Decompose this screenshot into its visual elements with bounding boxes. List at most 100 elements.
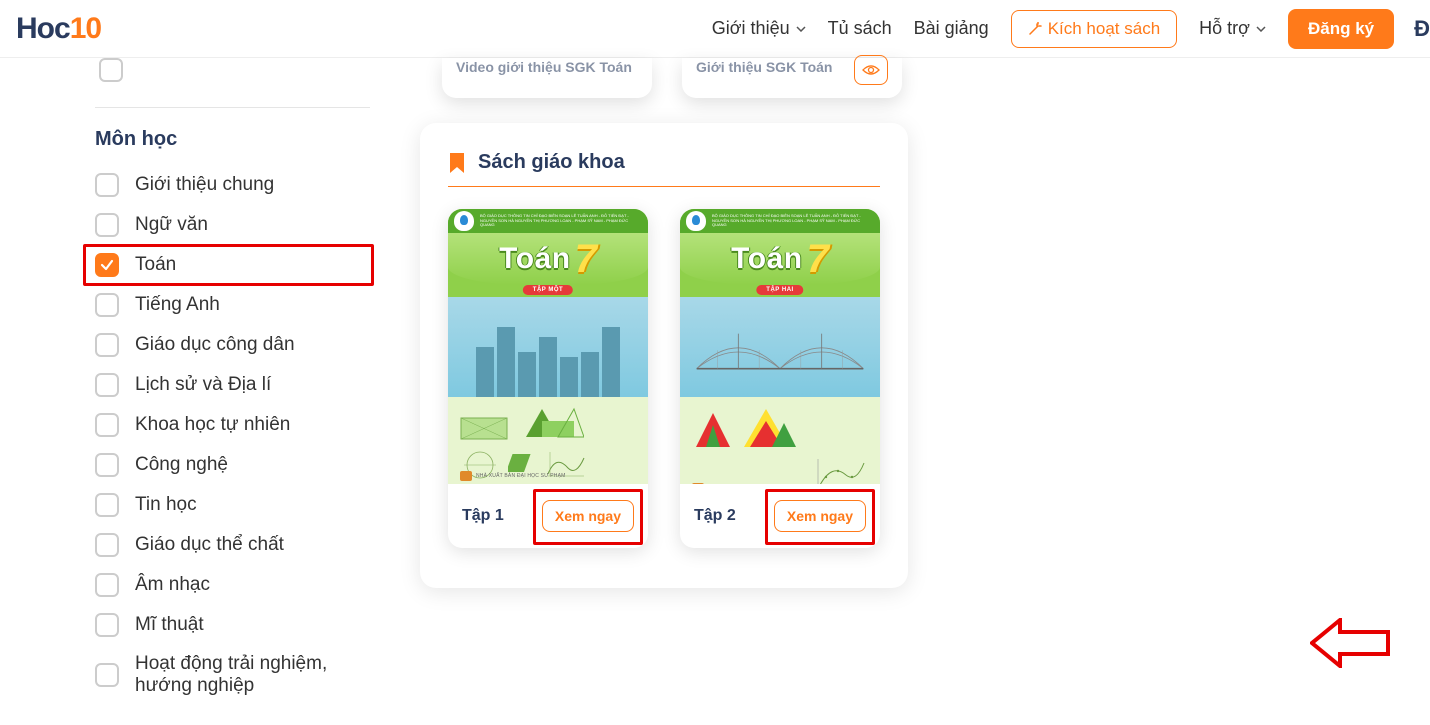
cutoff-text: Đ xyxy=(1414,16,1430,42)
nav-support-label: Hỗ trợ xyxy=(1199,18,1250,39)
subject-row[interactable]: Hoạt động trải nghiệm, hướng nghiệp xyxy=(95,645,370,705)
subject-row[interactable]: Lịch sử và Địa lí xyxy=(95,365,370,405)
main: Video giới thiệu SGK Toán Giới thiệu SGK… xyxy=(390,58,1430,725)
nav-intro[interactable]: Giới thiệu xyxy=(712,18,806,39)
check-icon xyxy=(100,258,114,272)
checkbox[interactable] xyxy=(95,173,119,197)
activate-label: Kích hoạt sách xyxy=(1048,19,1160,39)
subject-label: Khoa học tự nhiên xyxy=(135,414,290,436)
view-now-label: Xem ngay xyxy=(555,508,621,524)
nav-intro-label: Giới thiệu xyxy=(712,18,790,39)
book-number: 7 xyxy=(575,237,597,282)
cover-art xyxy=(448,297,648,397)
nav-bookshelf-label: Tủ sách xyxy=(828,18,892,39)
subject-label: Giáo dục công dân xyxy=(135,334,295,356)
checkbox[interactable] xyxy=(95,253,119,277)
publisher-logo-icon xyxy=(460,471,472,481)
publisher-text: NHÀ XUẤT BẢN ĐẠI HỌC SƯ PHẠM xyxy=(476,473,566,479)
view-now-label: Xem ngay xyxy=(787,508,853,524)
view-now-button[interactable]: Xem ngay xyxy=(542,500,634,532)
checkbox[interactable] xyxy=(95,293,119,317)
bridge-art xyxy=(680,327,880,377)
eye-icon xyxy=(862,64,880,76)
cover-bottom: NHÀ XUẤT BẢN ĐẠI HỌC SƯ PHẠM xyxy=(448,397,648,484)
publisher: NHÀ XUẤT BẢN ĐẠI HỌC SƯ PHẠM xyxy=(460,471,636,481)
book-title-text: Toán xyxy=(731,242,802,276)
stray-checkbox-row[interactable] xyxy=(99,58,370,82)
book-label: Tập 1 xyxy=(462,507,504,525)
subject-row[interactable]: Tiếng Anh xyxy=(95,285,370,325)
book-foot: Tập 2 Xem ngay xyxy=(680,484,880,548)
view-icon-button[interactable] xyxy=(854,55,888,85)
subject-row[interactable]: Giới thiệu chung xyxy=(95,165,370,205)
panel-title: Sách giáo khoa xyxy=(478,151,625,174)
book-foot: Tập 1 Xem ngay xyxy=(448,484,648,548)
checkbox[interactable] xyxy=(95,493,119,517)
chevron-down-icon xyxy=(1256,26,1266,32)
checkbox[interactable] xyxy=(95,413,119,437)
nav-support[interactable]: Hỗ trợ xyxy=(1199,18,1266,39)
subject-label: Tin học xyxy=(135,494,197,516)
book-cover: BỘ GIÁO DỤC THÔNG TIN CHỈ ĐẠO BIÊN SOẠN … xyxy=(680,209,880,484)
subject-label: Âm nhạc xyxy=(135,574,210,596)
mini-card-video[interactable]: Video giới thiệu SGK Toán xyxy=(442,58,652,98)
nav-lecture[interactable]: Bài giảng xyxy=(914,18,989,39)
panel-head: Sách giáo khoa xyxy=(448,151,880,174)
wand-icon xyxy=(1028,22,1042,36)
cover-bottom: NHÀ XUẤT BẢN ĐẠI HỌC SƯ PHẠM xyxy=(680,397,880,484)
subject-label: Tiếng Anh xyxy=(135,294,220,316)
cover-top: BỘ GIÁO DỤC THÔNG TIN CHỈ ĐẠO BIÊN SOẠN … xyxy=(448,209,648,233)
sidebar: Môn học Giới thiệu chung Ngữ văn Toán Tiếng… xyxy=(0,58,390,725)
subject-label: Toán xyxy=(135,254,176,276)
checkbox[interactable] xyxy=(99,58,123,82)
book-cover: BỘ GIÁO DỤC THÔNG TIN CHỈ ĐẠO BIÊN SOẠN … xyxy=(448,209,648,484)
checkbox[interactable] xyxy=(95,373,119,397)
subject-row[interactable]: Khoa học tự nhiên xyxy=(95,405,370,445)
register-button[interactable]: Đăng ký xyxy=(1288,9,1394,49)
book-card[interactable]: BỘ GIÁO DỤC THÔNG TIN CHỈ ĐẠO BIÊN SOẠN … xyxy=(448,209,648,548)
annotation-arrow-icon xyxy=(1310,618,1390,668)
book-label: Tập 2 xyxy=(694,507,736,525)
nav-bookshelf[interactable]: Tủ sách xyxy=(828,18,892,39)
volume-badge: TẬP MỘT xyxy=(523,285,573,295)
subject-row[interactable]: Giáo dục thể chất xyxy=(95,525,370,565)
subject-row[interactable]: Tin học xyxy=(95,485,370,525)
view-now-button[interactable]: Xem ngay xyxy=(774,500,866,532)
subject-label: Ngữ văn xyxy=(135,214,208,236)
checkbox[interactable] xyxy=(95,533,119,557)
logo[interactable]: Hoc10 xyxy=(16,12,101,46)
book-card[interactable]: BỘ GIÁO DỤC THÔNG TIN CHỈ ĐẠO BIÊN SOẠN … xyxy=(680,209,880,548)
checkbox[interactable] xyxy=(95,573,119,597)
content: Môn học Giới thiệu chung Ngữ văn Toán Tiếng… xyxy=(0,58,1430,725)
buildings-art xyxy=(458,322,638,397)
subject-row[interactable]: Âm nhạc xyxy=(95,565,370,605)
checkbox[interactable] xyxy=(95,613,119,637)
volume-badge: TẬP HAI xyxy=(756,285,803,295)
subject-row[interactable]: Giáo dục công dân xyxy=(95,325,370,365)
nav: Giới thiệu Tủ sách Bài giảng Kích hoạt s… xyxy=(712,9,1430,49)
subject-label: Hoạt động trải nghiệm, hướng nghiệp xyxy=(135,653,370,697)
checkbox[interactable] xyxy=(95,333,119,357)
subject-row[interactable]: Toán xyxy=(95,245,370,285)
checkbox[interactable] xyxy=(95,213,119,237)
subject-label: Công nghệ xyxy=(135,454,228,476)
subject-section-title: Môn học xyxy=(95,128,370,151)
series-logo-icon xyxy=(454,211,474,231)
mini-card-intro[interactable]: Giới thiệu SGK Toán xyxy=(682,58,902,98)
header: Hoc10 Giới thiệu Tủ sách Bài giảng Kích … xyxy=(0,0,1430,58)
register-label: Đăng ký xyxy=(1308,19,1374,38)
subject-list: Giới thiệu chung Ngữ văn Toán Tiếng Anh Giáo… xyxy=(95,165,370,705)
activate-book-button[interactable]: Kích hoạt sách xyxy=(1011,10,1177,48)
subject-label: Mĩ thuật xyxy=(135,614,204,636)
mini-card-title: Giới thiệu SGK Toán xyxy=(696,59,832,75)
subject-row[interactable]: Mĩ thuật xyxy=(95,605,370,645)
subject-row[interactable]: Công nghệ xyxy=(95,445,370,485)
divider xyxy=(95,107,370,108)
cover-credit: BỘ GIÁO DỤC THÔNG TIN CHỈ ĐẠO BIÊN SOẠN … xyxy=(480,214,642,228)
book-list: BỘ GIÁO DỤC THÔNG TIN CHỈ ĐẠO BIÊN SOẠN … xyxy=(448,209,880,548)
publisher-logo-icon xyxy=(692,483,704,484)
title-band: Toán 7 TẬP MỘT xyxy=(448,233,648,285)
subject-row[interactable]: Ngữ văn xyxy=(95,205,370,245)
checkbox[interactable] xyxy=(95,663,119,687)
checkbox[interactable] xyxy=(95,453,119,477)
